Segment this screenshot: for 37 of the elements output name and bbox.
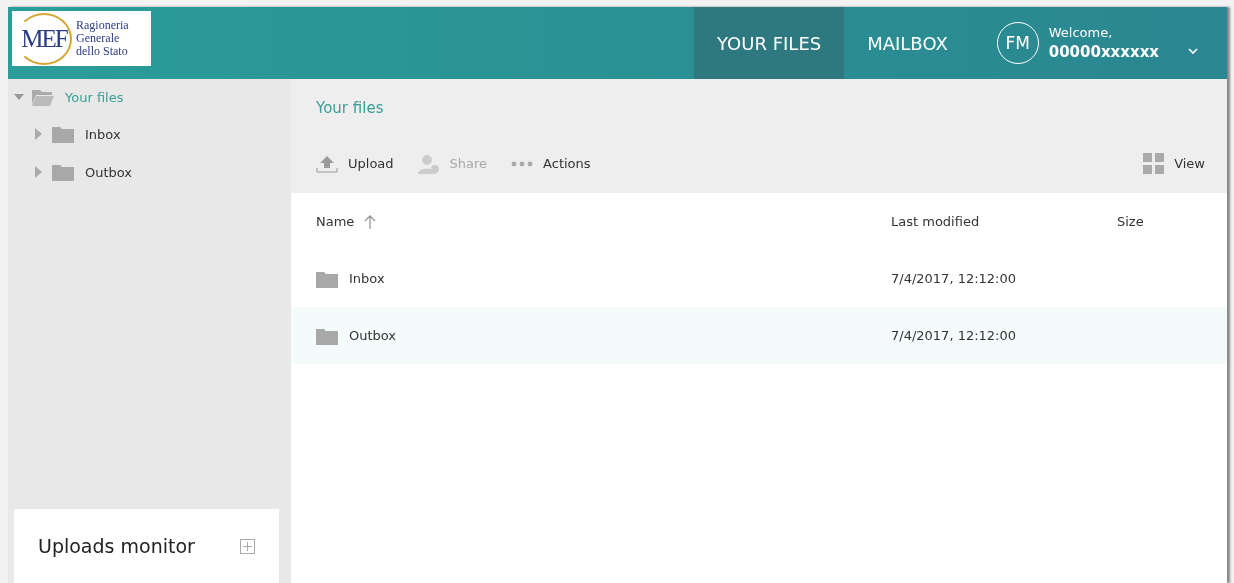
actions-button[interactable]: Actions — [511, 156, 591, 171]
grid-icon — [1143, 153, 1165, 174]
sort-up-icon[interactable] — [364, 214, 377, 229]
logo-mark: MEF — [21, 24, 67, 53]
folder-icon — [316, 326, 338, 345]
table-row[interactable]: Inbox 7/4/2017, 12:12:00 — [291, 250, 1227, 307]
caret-right-icon[interactable] — [34, 166, 44, 178]
file-name: Outbox — [349, 328, 397, 343]
more-icon — [511, 160, 534, 167]
folder-icon — [316, 269, 338, 288]
caret-down-icon[interactable] — [14, 93, 24, 101]
open-folder-icon — [32, 88, 54, 106]
table-cell-text: 7/4/2017, 12:12:00 — [891, 328, 1018, 343]
column-header[interactable]: Name — [316, 214, 355, 229]
folder-icon — [52, 125, 74, 143]
folder-icon — [52, 163, 74, 181]
logo-text: Ragioneria — [76, 19, 129, 32]
upload-button[interactable]: Upload — [316, 153, 394, 174]
file-name: Inbox — [349, 271, 385, 286]
logo-text: Generale — [76, 32, 120, 45]
nav-tab[interactable]: MAILBOX — [844, 7, 971, 79]
tree-item[interactable]: Inbox — [85, 126, 121, 142]
expand-icon[interactable] — [240, 538, 255, 554]
table-row[interactable]: Outbox 7/4/2017, 12:12:00 — [291, 307, 1227, 364]
user-icon — [417, 153, 440, 174]
tree-item[interactable]: Outbox — [85, 164, 133, 180]
welcome-text: Welcome, — [1048, 25, 1114, 40]
caret-right-icon[interactable] — [34, 128, 44, 140]
view-button[interactable]: View — [1143, 153, 1205, 174]
user-name: 00000xxxxxx — [1048, 43, 1159, 61]
column-header[interactable]: Size — [1117, 214, 1144, 229]
nav-tab[interactable]: YOUR FILES — [694, 7, 845, 79]
logo-text: dello Stato — [76, 45, 129, 58]
table-cell-text: 7/4/2017, 12:12:00 — [891, 271, 1018, 286]
panel-title: Uploads monitor — [38, 535, 195, 557]
upload-icon — [316, 153, 338, 174]
column-header[interactable]: Last modified — [891, 214, 980, 229]
